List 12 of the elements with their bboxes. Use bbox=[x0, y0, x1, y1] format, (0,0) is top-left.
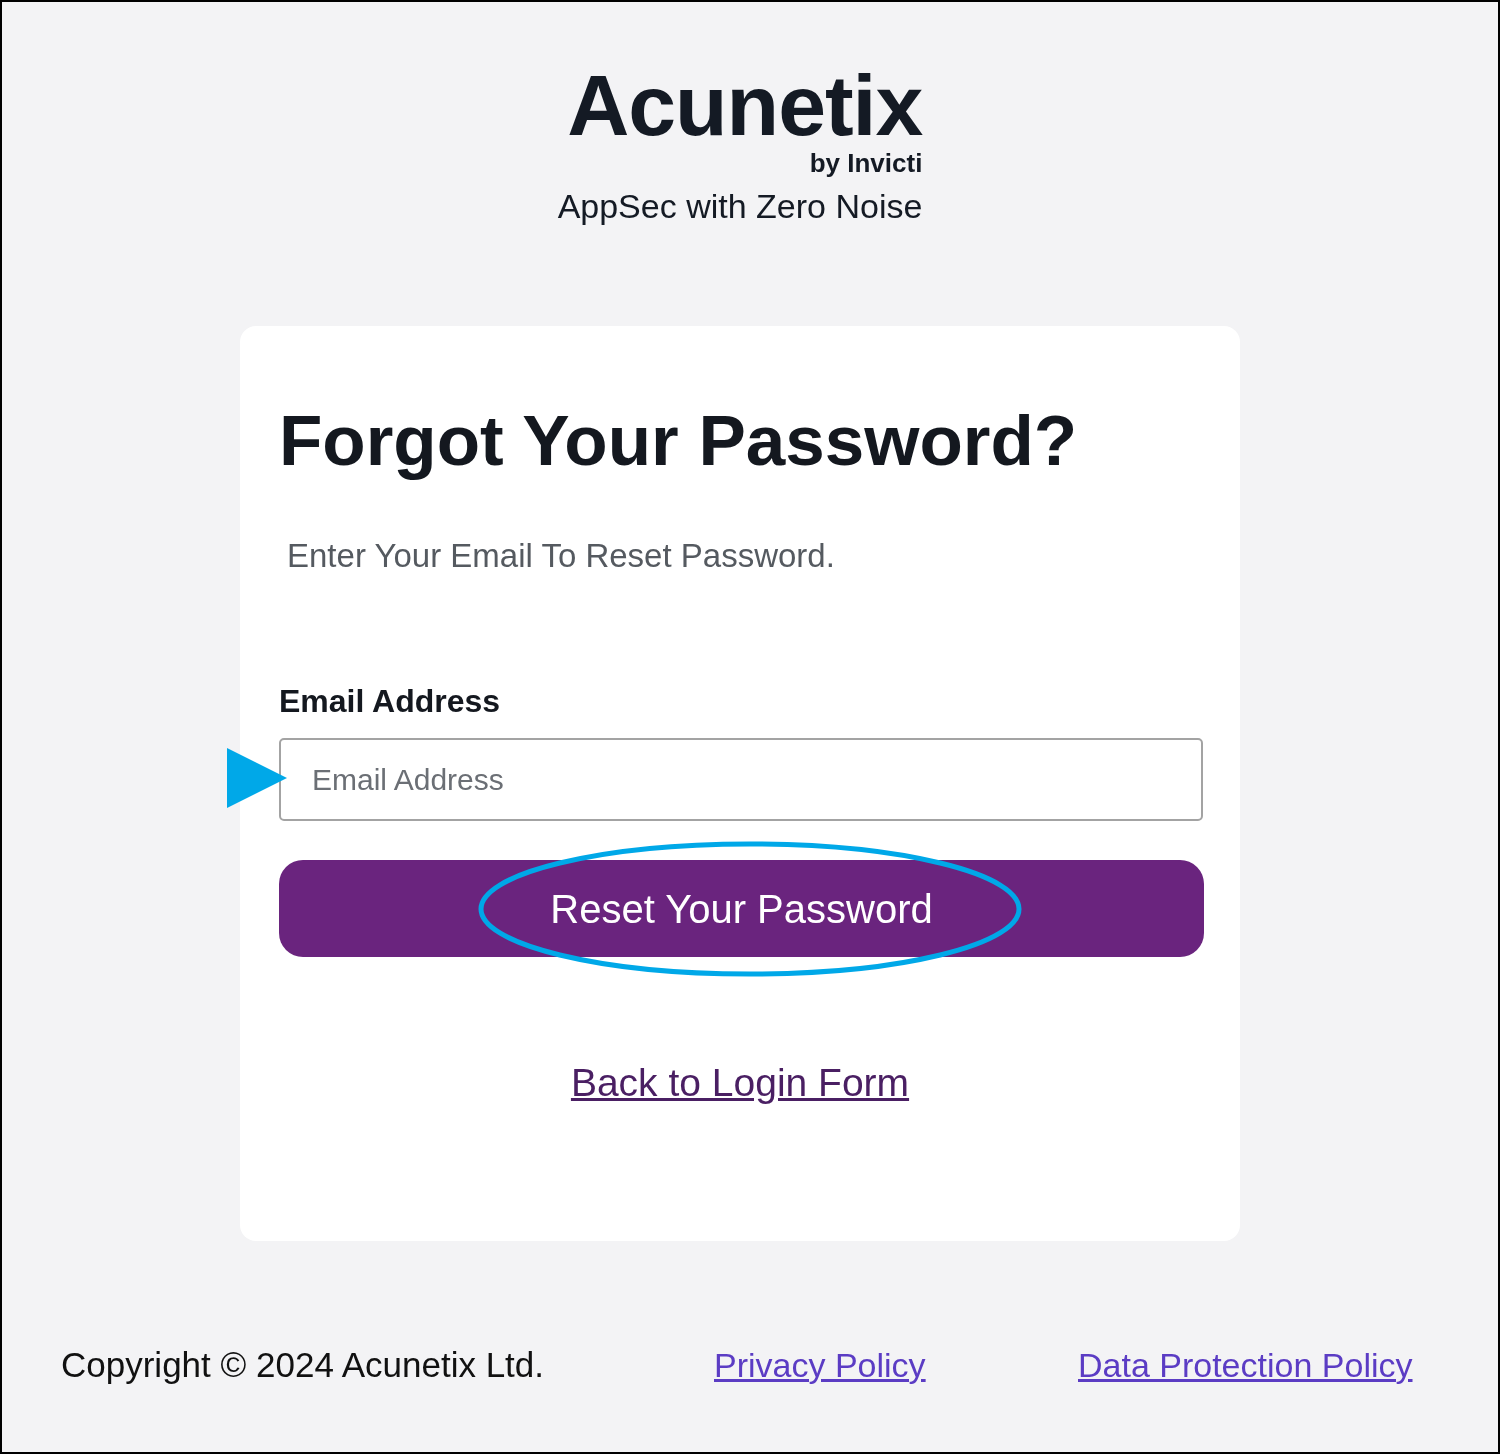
logo-wordmark: Acunetix bbox=[567, 62, 923, 148]
email-field[interactable]: Email Address bbox=[279, 738, 1203, 821]
data-protection-policy-link[interactable]: Data Protection Policy bbox=[1078, 1347, 1413, 1382]
privacy-policy-link[interactable]: Privacy Policy bbox=[714, 1347, 926, 1382]
tagline-text: AppSec with Zero Noise bbox=[557, 189, 923, 223]
copyright-text: Copyright © 2024 Acunetix Ltd. bbox=[61, 1347, 546, 1382]
reset-password-button[interactable]: Reset Your Password bbox=[279, 860, 1204, 957]
logo-byline: by Invicti bbox=[809, 150, 923, 176]
back-to-login-link[interactable]: Back to Login Form bbox=[570, 1063, 910, 1102]
instruction-text: Enter Your Email To Reset Password. bbox=[287, 539, 836, 572]
arrow-marker-icon bbox=[227, 747, 287, 808]
email-label: Email Address bbox=[279, 685, 502, 717]
